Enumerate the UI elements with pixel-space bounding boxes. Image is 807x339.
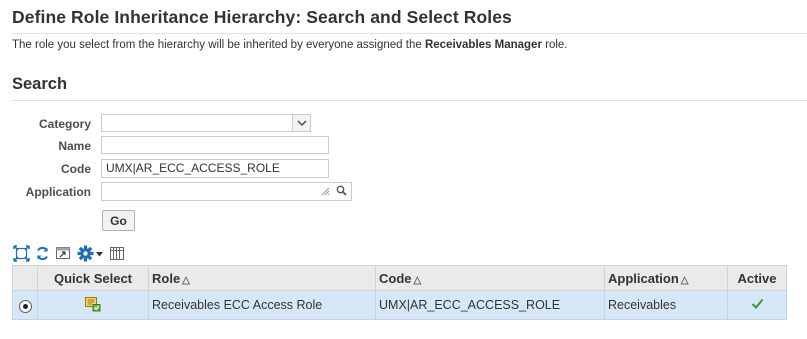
category-select[interactable] [101, 114, 311, 132]
export-icon[interactable] [55, 245, 72, 263]
role-cell: Receivables ECC Access Role [148, 290, 376, 320]
resize-handle-icon [321, 184, 330, 200]
active-header-label: Active [737, 270, 777, 286]
refresh-icon[interactable] [35, 245, 50, 263]
row-radio-button[interactable] [18, 299, 32, 313]
search-divider [12, 100, 807, 101]
title-divider [12, 33, 807, 34]
application-header-label: Application [608, 270, 679, 286]
instruction-suffix: role. [541, 39, 568, 51]
search-icon[interactable] [336, 184, 347, 200]
column-header-application[interactable]: Application △ [604, 265, 728, 291]
row-select-cell[interactable] [12, 290, 38, 320]
role-header-label: Role [152, 270, 181, 286]
columns-icon[interactable] [109, 245, 125, 263]
application-label: Application [25, 185, 91, 199]
code-value: UMX|AR_ECC_ACCESS_ROLE [106, 161, 280, 175]
go-button[interactable]: Go [102, 210, 135, 231]
active-cell [727, 290, 787, 320]
table-header-row: Quick Select Role △ Code △ Application △ Ac… [12, 265, 787, 291]
table-toolbar [13, 243, 125, 264]
instruction-role: Receivables Manager [424, 39, 542, 51]
sort-ascending-icon[interactable]: △ [681, 275, 689, 286]
instruction-prefix: The role you select from the hierarchy w… [12, 39, 425, 51]
sort-ascending-icon[interactable]: △ [414, 275, 422, 286]
table-row[interactable]: Receivables ECC Access Role UMX|AR_ECC_A… [12, 290, 787, 320]
code-cell: UMX|AR_ECC_ACCESS_ROLE [375, 290, 605, 320]
name-field[interactable] [101, 136, 329, 154]
code-label: Code [61, 162, 91, 176]
code-header-label: Code [379, 270, 412, 286]
name-label: Name [58, 139, 91, 153]
column-header-code[interactable]: Code △ [375, 265, 605, 291]
application-field[interactable] [101, 182, 352, 201]
chevron-down-icon[interactable] [292, 115, 310, 131]
instruction-text: The role you select from the hierarchy w… [12, 39, 568, 51]
column-header-active: Active [727, 265, 787, 291]
column-header-role[interactable]: Role △ [148, 265, 376, 291]
column-header-select [12, 265, 38, 291]
search-section-title: Search [12, 75, 68, 93]
quick-select-cell[interactable] [37, 290, 149, 320]
check-icon [751, 298, 764, 312]
code-field[interactable]: UMX|AR_ECC_ACCESS_ROLE [101, 159, 329, 178]
quick-select-header-label: Quick Select [53, 270, 133, 286]
sort-ascending-icon[interactable]: △ [182, 275, 190, 286]
category-label: Category [38, 117, 91, 131]
settings-icon[interactable] [77, 245, 104, 263]
application-cell: Receivables [604, 290, 728, 320]
detach-icon[interactable] [13, 245, 30, 263]
quick-select-icon[interactable] [84, 296, 102, 315]
page-title: Define Role Inheritance Hierarchy: Searc… [12, 7, 512, 27]
results-table: Quick Select Role △ Code △ Application △ Ac… [12, 265, 787, 320]
column-header-quick-select: Quick Select [37, 265, 149, 291]
